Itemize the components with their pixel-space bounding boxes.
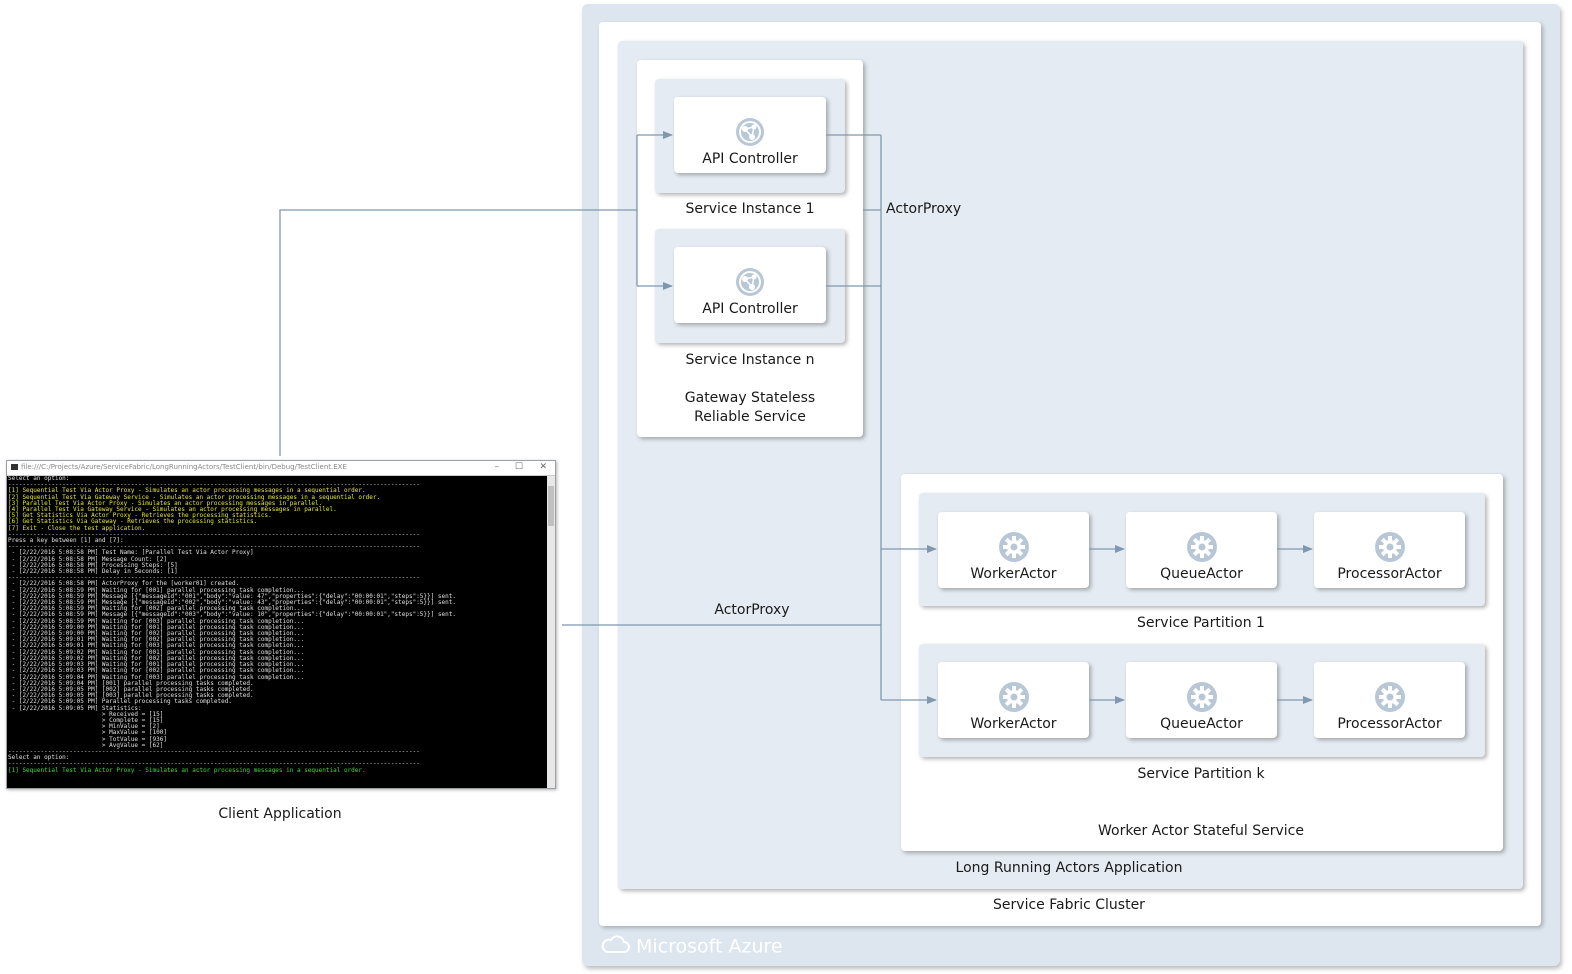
- console-line: [1] Sequential Test Via Actor Proxy - Si…: [8, 766, 366, 774]
- gear-icon: [1186, 532, 1217, 562]
- gear-icon: [1374, 682, 1405, 712]
- console-title-bar: file:///C:/Projects/Azure/ServiceFabric/…: [7, 461, 555, 476]
- client-application-label: Client Application: [218, 806, 342, 822]
- service-partition-1-label: Service Partition 1: [1137, 615, 1265, 631]
- gear-icon: [1374, 532, 1405, 562]
- cloud-icon: [600, 934, 630, 959]
- actor-label: QueueActor: [1160, 566, 1243, 582]
- maximize-button[interactable]: ☐: [515, 462, 523, 472]
- gateway-service-label-2: Reliable Service: [694, 409, 806, 425]
- api-controller-label: API Controller: [702, 151, 798, 167]
- service-instance-n-label: Service Instance n: [685, 352, 815, 368]
- client-console-window[interactable]: file:///C:/Projects/Azure/ServiceFabric/…: [6, 460, 556, 789]
- cluster-label: Service Fabric Cluster: [993, 897, 1145, 913]
- api-controller-label: API Controller: [702, 301, 798, 317]
- console-app-icon: [11, 464, 18, 470]
- worker-actor-card-1[interactable]: WorkerActor: [938, 512, 1089, 588]
- api-icon: [736, 268, 764, 296]
- gear-icon: [1186, 682, 1217, 712]
- gateway-service-label-1: Gateway Stateless: [684, 390, 816, 406]
- actor-label: ProcessorActor: [1337, 716, 1442, 732]
- worker-actor-service-label: Worker Actor Stateful Service: [1097, 823, 1304, 839]
- queue-actor-card-k[interactable]: QueueActor: [1126, 662, 1277, 738]
- gear-icon: [998, 532, 1029, 562]
- service-instance-1-label: Service Instance 1: [685, 201, 815, 217]
- azure-logo: Microsoft Azure: [600, 934, 783, 959]
- api-controller-card-n[interactable]: API Controller: [674, 247, 826, 323]
- actor-label: QueueActor: [1160, 716, 1243, 732]
- worker-actor-card-k[interactable]: WorkerActor: [938, 662, 1089, 738]
- api-controller-card-1[interactable]: API Controller: [674, 97, 826, 173]
- close-button[interactable]: ✕: [539, 462, 547, 472]
- actor-proxy-label-upper: ActorProxy: [886, 201, 962, 217]
- actor-label: WorkerActor: [970, 566, 1057, 582]
- gear-icon: [998, 682, 1029, 712]
- service-partition-k-label: Service Partition k: [1137, 766, 1265, 782]
- queue-actor-card-1[interactable]: QueueActor: [1126, 512, 1277, 588]
- actor-label: ProcessorActor: [1337, 566, 1442, 582]
- processor-actor-card-1[interactable]: ProcessorActor: [1314, 512, 1465, 588]
- console-title: file:///C:/Projects/Azure/ServiceFabric/…: [21, 463, 347, 471]
- application-label: Long Running Actors Application: [955, 860, 1183, 876]
- scrollbar-thumb[interactable]: [548, 486, 554, 526]
- processor-actor-card-k[interactable]: ProcessorActor: [1314, 662, 1465, 738]
- console-output: Select an option: -----------------------…: [7, 475, 547, 788]
- minimize-button[interactable]: –: [495, 462, 500, 472]
- actor-label: WorkerActor: [970, 716, 1057, 732]
- api-icon: [736, 118, 764, 146]
- console-scrollbar[interactable]: [547, 476, 555, 788]
- actor-proxy-label-lower: ActorProxy: [714, 602, 790, 618]
